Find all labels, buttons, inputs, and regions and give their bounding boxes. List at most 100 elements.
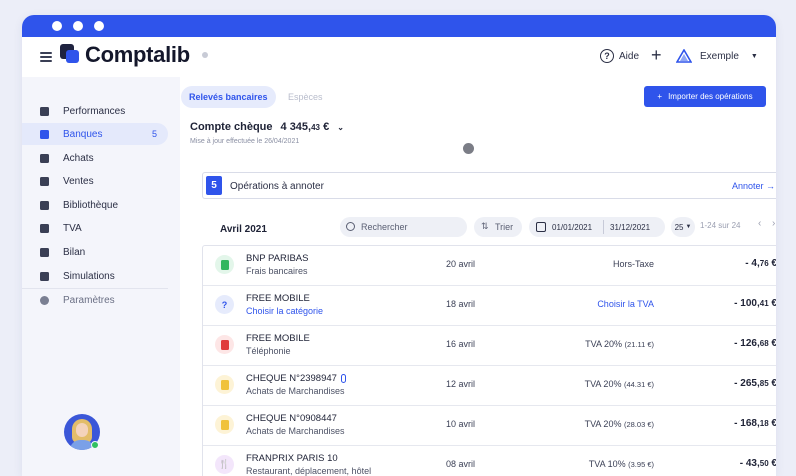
table-row[interactable]: ? FREE MOBILE Choisir la catégorie 18 av…	[203, 286, 776, 326]
file-icon	[40, 223, 49, 233]
operation-amount: - 43,50 €	[739, 458, 776, 469]
question-icon: ?	[215, 295, 234, 314]
table-row[interactable]: BNP PARIBAS Frais bancaires 20 avril Hor…	[203, 246, 776, 286]
operation-category: Achats de Marchandises	[246, 426, 345, 436]
help-button[interactable]: ? Aide	[600, 49, 639, 63]
date-range-picker[interactable]: 01/01/2021 31/12/2021	[529, 217, 665, 237]
sidebar-item-label: Ventes	[63, 175, 94, 187]
date-to: 31/12/2021	[610, 222, 651, 232]
import-operations-button[interactable]: + Importer des opérations	[644, 86, 766, 107]
online-status-icon	[91, 441, 99, 449]
company-logo-icon	[676, 49, 692, 63]
sort-button[interactable]: ⇅ Trier	[474, 217, 522, 237]
sidebar: Performances Banques 5 Achats Ventes Bib…	[22, 77, 180, 476]
search-input[interactable]: Rechercher	[340, 217, 467, 237]
operation-date: 12 avril	[446, 379, 476, 389]
per-page-select[interactable]: 25 ▼	[671, 217, 695, 237]
sidebar-item-simulations[interactable]: Simulations	[22, 265, 168, 287]
table-row[interactable]: CHEQUE N°0908447 Achats de Marchandises …	[203, 406, 776, 446]
cheque-icon	[215, 375, 234, 394]
operation-name: BNP PARIBAS	[246, 253, 309, 264]
operation-category: Achats de Marchandises	[246, 386, 345, 396]
operation-tva: Hors-Taxe	[612, 259, 654, 269]
window-dot-icon[interactable]	[73, 21, 83, 31]
sidebar-item-parametres[interactable]: Paramètres	[22, 289, 168, 311]
add-button[interactable]: +	[651, 46, 662, 64]
tab-especes[interactable]: Espèces	[280, 86, 331, 108]
operations-to-annotate-banner: 5 Opérations à annoter Annoter →	[202, 172, 776, 199]
operation-name: FRANPRIX PARIS 10	[246, 453, 338, 464]
table-row[interactable]: 🍴 FRANPRIX PARIS 10 Restaurant, déplacem…	[203, 446, 776, 476]
account-selector[interactable]: Compte chèque 4 345,43 € ⌄	[190, 121, 344, 133]
choose-tva-link[interactable]: Choisir la TVA	[597, 299, 654, 309]
operation-date: 10 avril	[446, 419, 476, 429]
sidebar-item-label: Achats	[63, 152, 94, 164]
status-dot-icon	[202, 52, 208, 58]
sidebar-item-ventes[interactable]: Ventes	[22, 170, 168, 192]
sidebar-item-label: Bilan	[63, 246, 86, 258]
search-placeholder: Rechercher	[361, 222, 408, 232]
chevron-down-icon: ▼	[685, 224, 692, 230]
app-logo-text: Comptalib	[85, 42, 190, 67]
chevron-down-icon: ⌄	[337, 123, 344, 132]
pagination-info: 1-24 sur 24	[700, 221, 741, 230]
row-icon-color	[220, 259, 229, 270]
sidebar-item-bibliotheque[interactable]: Bibliothèque	[22, 194, 168, 216]
window-dot-icon[interactable]	[52, 21, 62, 31]
sidebar-item-achats[interactable]: Achats	[22, 147, 168, 169]
account-balance: 4 345,43 €	[280, 121, 330, 133]
company-selector[interactable]: Exemple ▼	[676, 49, 758, 63]
sidebar-item-tva[interactable]: TVA	[22, 217, 168, 239]
per-page-value: 25	[674, 222, 684, 232]
attachment-icon[interactable]	[340, 374, 346, 383]
operation-amount: - 265,85 €	[734, 378, 776, 389]
file-icon	[40, 176, 49, 186]
sidebar-badge: 5	[151, 129, 157, 139]
file-icon	[40, 153, 49, 163]
date-from: 01/01/2021	[552, 222, 593, 232]
account-sync-text: Mise à jour effectuée le 26/04/2021	[190, 138, 300, 145]
choose-category-link[interactable]: Choisir la catégorie	[246, 306, 323, 316]
chevron-right-icon[interactable]: ›	[772, 218, 775, 229]
month-heading: Avril 2021	[220, 224, 267, 235]
sort-label: Trier	[495, 222, 514, 232]
operation-amount: - 168,18 €	[734, 418, 776, 429]
operation-name: FREE MOBILE	[246, 333, 310, 344]
row-icon-color	[220, 379, 229, 390]
sidebar-item-performances[interactable]: Performances	[22, 100, 168, 122]
operation-amount: - 100,41 €	[734, 298, 776, 309]
main-content: Relevés bancaires Espèces + Importer des…	[180, 77, 776, 476]
sidebar-item-label: Paramètres	[63, 294, 115, 306]
tab-releves-bancaires[interactable]: Relevés bancaires	[181, 86, 276, 108]
account-name: Compte chèque	[190, 121, 273, 133]
sidebar-item-label: Performances	[63, 105, 126, 117]
logo-icon	[60, 44, 80, 64]
table-row[interactable]: CHEQUE N°2398947 Achats de Marchandises …	[203, 366, 776, 406]
sidebar-item-bilan[interactable]: Bilan	[22, 241, 168, 263]
row-icon-color	[220, 339, 229, 350]
operation-date: 08 avril	[446, 459, 476, 469]
bank-icon	[40, 129, 49, 139]
sidebar-item-label: TVA	[63, 222, 82, 234]
import-operations-label: Importer des opérations	[668, 92, 753, 101]
operation-date: 18 avril	[446, 299, 476, 309]
annotate-link[interactable]: Annoter →	[732, 181, 775, 191]
row-icon-color	[220, 419, 229, 430]
search-icon	[346, 222, 355, 231]
trend-icon	[40, 271, 49, 281]
date-separator	[603, 220, 604, 234]
chevron-left-icon[interactable]: ‹	[758, 218, 761, 229]
cheque-icon	[215, 415, 234, 434]
window-dot-icon[interactable]	[94, 21, 104, 31]
sort-icon: ⇅	[481, 221, 489, 231]
operation-category: Frais bancaires	[246, 266, 308, 276]
menu-icon[interactable]	[40, 52, 52, 62]
sidebar-item-banques[interactable]: Banques 5	[22, 123, 168, 145]
sidebar-item-label: Bibliothèque	[63, 199, 119, 211]
sidebar-item-label: Banques	[63, 128, 103, 140]
operation-date: 20 avril	[446, 259, 476, 269]
operation-tva: TVA 20% (44.31 €)	[584, 379, 654, 389]
gear-icon	[40, 295, 49, 305]
chevron-down-icon: ▼	[750, 52, 758, 60]
table-row[interactable]: FREE MOBILE Téléphonie 16 avril TVA 20% …	[203, 326, 776, 366]
